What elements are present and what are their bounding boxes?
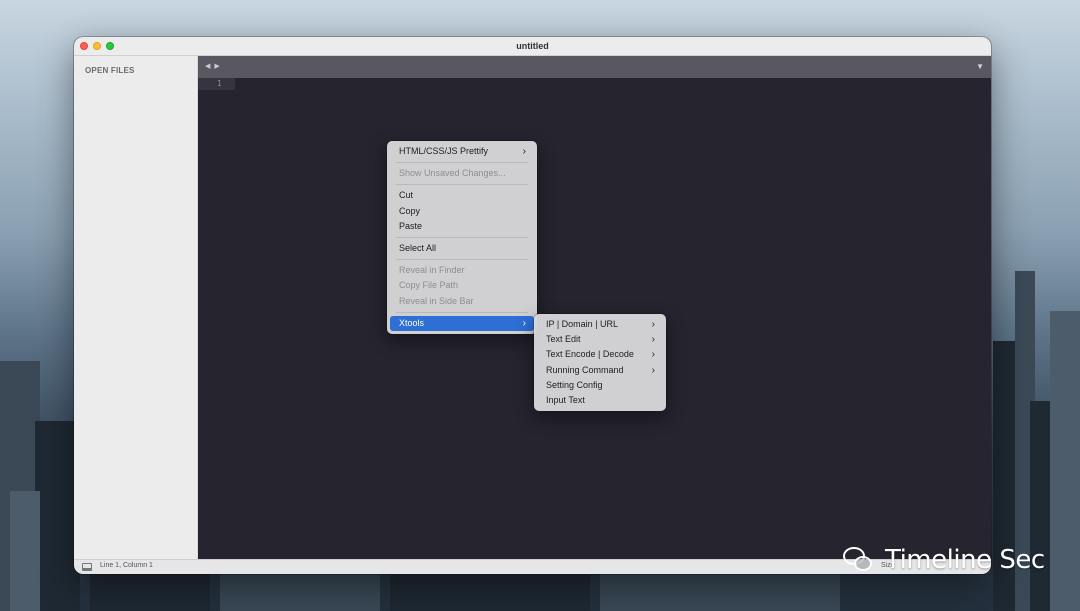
submenu-item-ip-domain-url[interactable]: IP | Domain | URL ›: [537, 317, 663, 332]
context-menu: HTML/CSS/JS Prettify › Show Unsaved Chan…: [387, 141, 537, 334]
menu-item-label: IP | Domain | URL: [546, 319, 619, 329]
menu-item-label: Input Text: [546, 394, 585, 405]
menu-separator: [396, 184, 528, 186]
menu-item-label: HTML/CSS/JS Prettify: [399, 146, 489, 156]
menu-item-prettify[interactable]: HTML/CSS/JS Prettify ›: [390, 144, 534, 159]
menu-separator: [396, 259, 528, 261]
open-files-heading: OPEN FILES: [85, 66, 135, 75]
menu-item-label: Text Edit: [546, 334, 581, 345]
menu-separator: [396, 311, 528, 313]
window-title: untitled: [516, 41, 549, 51]
submenu-arrow-icon: ›: [651, 334, 655, 346]
submenu-arrow-icon: ›: [651, 349, 655, 361]
menu-item-xtools[interactable]: Xtools ›: [390, 315, 534, 331]
window-controls: [80, 42, 114, 50]
submenu-item-running-command[interactable]: Running Command ›: [537, 363, 663, 378]
menu-item-label: Copy: [399, 205, 421, 216]
menu-item-cut[interactable]: Cut: [390, 188, 534, 203]
menu-item-paste[interactable]: Paste: [390, 219, 534, 234]
menu-item-label: Paste: [399, 220, 423, 231]
submenu-item-text-encode-decode[interactable]: Text Encode | Decode ›: [537, 347, 663, 362]
menu-item-reveal-in-finder: Reveal in Finder: [390, 263, 534, 278]
tab-bar: ◀ ▶ ▼: [198, 56, 991, 78]
submenu-arrow-icon: ›: [651, 364, 655, 376]
menu-item-show-unsaved-changes: Show Unsaved Changes...: [390, 166, 534, 181]
close-window-button[interactable]: [80, 42, 88, 50]
title-bar: untitled: [74, 37, 991, 56]
menu-item-label: Reveal in Finder: [399, 265, 465, 276]
menu-item-copy[interactable]: Copy: [390, 204, 534, 219]
menu-item-label: Running Command: [546, 364, 624, 375]
minimize-window-button[interactable]: [93, 42, 101, 50]
submenu-arrow-icon: ›: [522, 146, 526, 157]
menu-separator: [396, 236, 528, 238]
tab-dropdown-icon[interactable]: ▼: [976, 62, 984, 71]
watermark-text: Timeline Sec: [885, 545, 1045, 575]
menu-item-label: Select All: [399, 242, 437, 253]
menu-item-label: Show Unsaved Changes...: [399, 168, 506, 179]
sidebar: OPEN FILES: [74, 56, 198, 559]
submenu-item-text-edit[interactable]: Text Edit ›: [537, 332, 663, 347]
menu-item-label: Xtools: [399, 317, 425, 328]
zoom-window-button[interactable]: [106, 42, 114, 50]
submenu-item-input-text[interactable]: Input Text: [537, 393, 663, 408]
menu-item-label: Copy File Path: [399, 280, 459, 291]
panel-toggle-icon[interactable]: [82, 563, 92, 571]
menu-item-label: Reveal in Side Bar: [399, 295, 474, 306]
menu-item-reveal-in-side-bar: Reveal in Side Bar: [390, 294, 534, 309]
menu-item-label: Setting Config: [546, 379, 603, 390]
menu-item-select-all[interactable]: Select All: [390, 241, 534, 256]
xtools-submenu: IP | Domain | URL › Text Edit › Text Enc…: [534, 314, 666, 412]
cursor-position: Line 1, Column 1: [100, 562, 153, 569]
tab-nav-arrows-icon[interactable]: ◀ ▶: [205, 62, 221, 70]
menu-item-label: Cut: [399, 190, 414, 201]
submenu-item-setting-config[interactable]: Setting Config: [537, 378, 663, 393]
menu-item-copy-file-path: Copy File Path: [390, 278, 534, 293]
submenu-arrow-icon: ›: [522, 317, 526, 329]
menu-item-label: Text Encode | Decode: [546, 349, 634, 360]
line-number: 1: [217, 79, 222, 88]
submenu-arrow-icon: ›: [651, 319, 655, 330]
watermark: Timeline Sec: [841, 545, 1045, 575]
wechat-icon: [841, 545, 875, 575]
menu-separator: [396, 162, 528, 164]
